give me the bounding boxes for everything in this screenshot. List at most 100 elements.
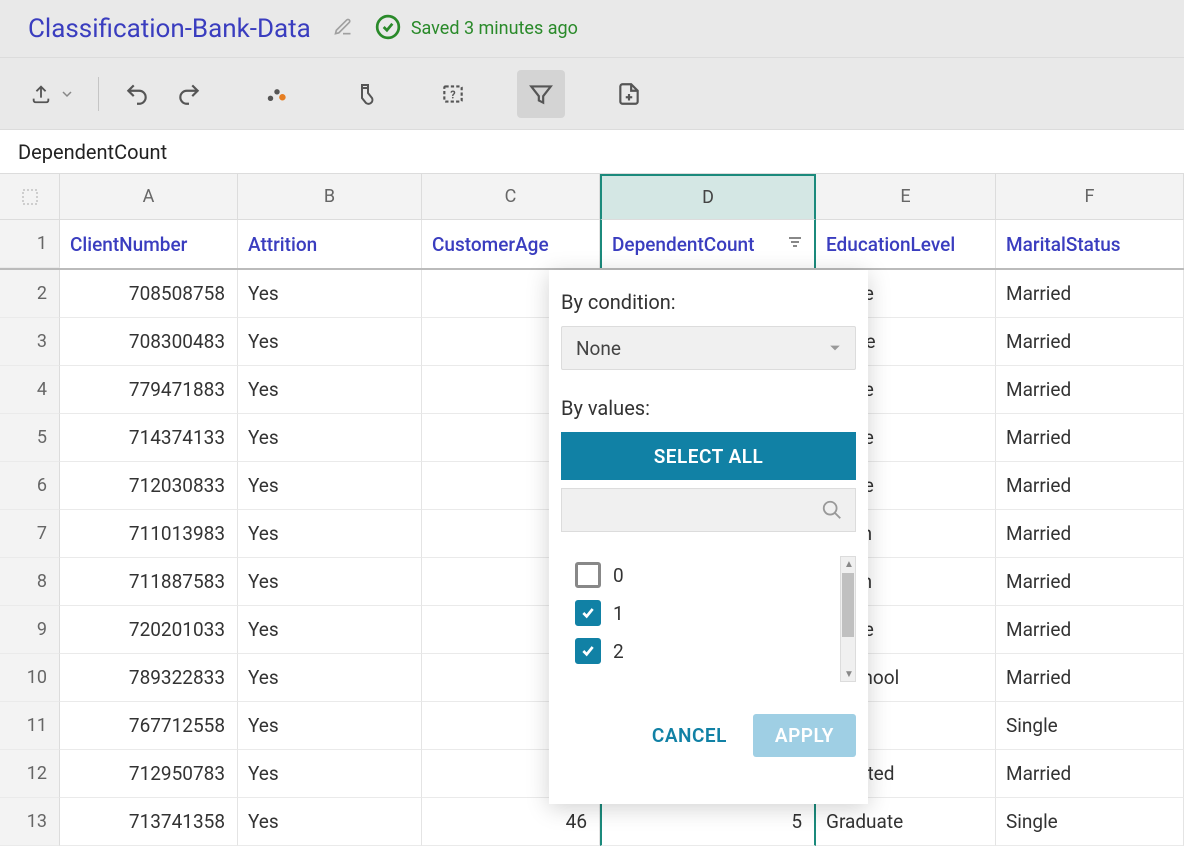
cell[interactable]: Married	[996, 366, 1184, 414]
cell[interactable]: 712950783	[60, 750, 238, 798]
checkbox[interactable]	[575, 638, 601, 664]
cell[interactable]: 46	[422, 798, 600, 846]
col-header-A[interactable]: A	[60, 174, 238, 220]
select-all-button[interactable]: SELECT ALL	[561, 432, 856, 480]
cell[interactable]: Married	[996, 414, 1184, 462]
row-number[interactable]: 9	[0, 606, 60, 654]
checkbox[interactable]	[575, 600, 601, 626]
cell[interactable]: 789322833	[60, 654, 238, 702]
row-number[interactable]: 6	[0, 462, 60, 510]
cell[interactable]: 714374133	[60, 414, 238, 462]
cell[interactable]: 5	[600, 798, 816, 846]
find-replace-button[interactable]: ?	[429, 70, 477, 118]
row-number[interactable]: 11	[0, 702, 60, 750]
document-title[interactable]: Classification-Bank-Data	[28, 14, 311, 44]
export-button[interactable]	[18, 70, 84, 118]
cell[interactable]: Married	[996, 750, 1184, 798]
cell[interactable]: Yes	[238, 558, 422, 606]
table-row: 13713741358Yes465GraduateSingle	[0, 798, 1184, 846]
filter-value-label: 0	[613, 564, 624, 587]
row-number[interactable]: 4	[0, 366, 60, 414]
column-header-row: A B C D E F	[0, 174, 1184, 220]
edit-title-icon[interactable]	[333, 17, 353, 41]
header-customerage[interactable]: CustomerAge	[422, 220, 600, 268]
header-attrition[interactable]: Attrition	[238, 220, 422, 268]
cell[interactable]: Married	[996, 558, 1184, 606]
row-number[interactable]: 5	[0, 414, 60, 462]
condition-dropdown[interactable]: None	[561, 326, 856, 370]
filter-button[interactable]	[517, 70, 565, 118]
cell[interactable]: Yes	[238, 270, 422, 318]
cancel-button[interactable]: CANCEL	[652, 724, 727, 747]
spreadsheet: A B C D E F 1 ClientNumber Attrition Cus…	[0, 174, 1184, 846]
cell[interactable]: Yes	[238, 318, 422, 366]
col-header-B[interactable]: B	[238, 174, 422, 220]
cell[interactable]: Yes	[238, 702, 422, 750]
header-educationlevel[interactable]: EducationLevel	[816, 220, 996, 268]
cell[interactable]: Married	[996, 606, 1184, 654]
cell[interactable]: Graduate	[816, 798, 996, 846]
row-number[interactable]: 3	[0, 318, 60, 366]
cell[interactable]: 708508758	[60, 270, 238, 318]
scroll-up-icon[interactable]: ▲	[842, 557, 856, 571]
condition-value: None	[576, 337, 621, 360]
col-header-D[interactable]: D	[600, 174, 816, 220]
filter-value-row[interactable]: 2	[575, 632, 856, 670]
filter-search-input[interactable]	[561, 488, 856, 532]
cell[interactable]: Yes	[238, 414, 422, 462]
cell[interactable]: 708300483	[60, 318, 238, 366]
cell[interactable]: Yes	[238, 366, 422, 414]
cell[interactable]: 767712558	[60, 702, 238, 750]
undo-button[interactable]	[113, 70, 161, 118]
header-maritalstatus[interactable]: MaritalStatus	[996, 220, 1184, 268]
cell[interactable]: 711887583	[60, 558, 238, 606]
cell[interactable]: Single	[996, 702, 1184, 750]
chevron-down-icon	[829, 342, 841, 354]
filter-icon[interactable]	[786, 233, 804, 256]
checkbox[interactable]	[575, 562, 601, 588]
row-number[interactable]: 10	[0, 654, 60, 702]
row-number[interactable]: 12	[0, 750, 60, 798]
cell[interactable]: 713741358	[60, 798, 238, 846]
cell[interactable]: Yes	[238, 510, 422, 558]
apply-button[interactable]: APPLY	[753, 714, 856, 757]
cell[interactable]: Married	[996, 462, 1184, 510]
scroll-thumb[interactable]	[842, 573, 854, 637]
filter-value-row[interactable]: 1	[575, 594, 856, 632]
cell[interactable]: Married	[996, 654, 1184, 702]
select-all-corner[interactable]	[0, 174, 60, 220]
col-header-C[interactable]: C	[422, 174, 600, 220]
cell[interactable]: Yes	[238, 654, 422, 702]
cell[interactable]: Married	[996, 270, 1184, 318]
sock-button[interactable]	[341, 70, 389, 118]
cell[interactable]: Yes	[238, 798, 422, 846]
col-header-F[interactable]: F	[996, 174, 1184, 220]
filter-values-list: 0 12 ▲ ▼	[561, 556, 856, 682]
row-number[interactable]: 8	[0, 558, 60, 606]
row-number[interactable]: 2	[0, 270, 60, 318]
scroll-down-icon[interactable]: ▼	[842, 667, 856, 681]
row-number[interactable]: 1	[0, 220, 60, 268]
header-dependentcount[interactable]: DependentCount	[600, 220, 816, 268]
redo-button[interactable]	[165, 70, 213, 118]
filter-value-row[interactable]: 0	[575, 556, 856, 594]
scrollbar[interactable]: ▲ ▼	[840, 556, 856, 682]
cell[interactable]: 711013983	[60, 510, 238, 558]
col-header-E[interactable]: E	[816, 174, 996, 220]
cell[interactable]: Yes	[238, 462, 422, 510]
row-number[interactable]: 7	[0, 510, 60, 558]
cell[interactable]: 720201033	[60, 606, 238, 654]
cell[interactable]: Single	[996, 798, 1184, 846]
toolbar: ?	[0, 58, 1184, 130]
cell[interactable]: Yes	[238, 606, 422, 654]
cell[interactable]: Yes	[238, 750, 422, 798]
cell[interactable]: 779471883	[60, 366, 238, 414]
scatter-button[interactable]	[253, 70, 301, 118]
name-box[interactable]: DependentCount	[0, 130, 1184, 174]
header-clientnumber[interactable]: ClientNumber	[60, 220, 238, 268]
cell[interactable]: 712030833	[60, 462, 238, 510]
cell[interactable]: Married	[996, 510, 1184, 558]
cell[interactable]: Married	[996, 318, 1184, 366]
row-number[interactable]: 13	[0, 798, 60, 846]
add-sheet-button[interactable]	[605, 70, 653, 118]
